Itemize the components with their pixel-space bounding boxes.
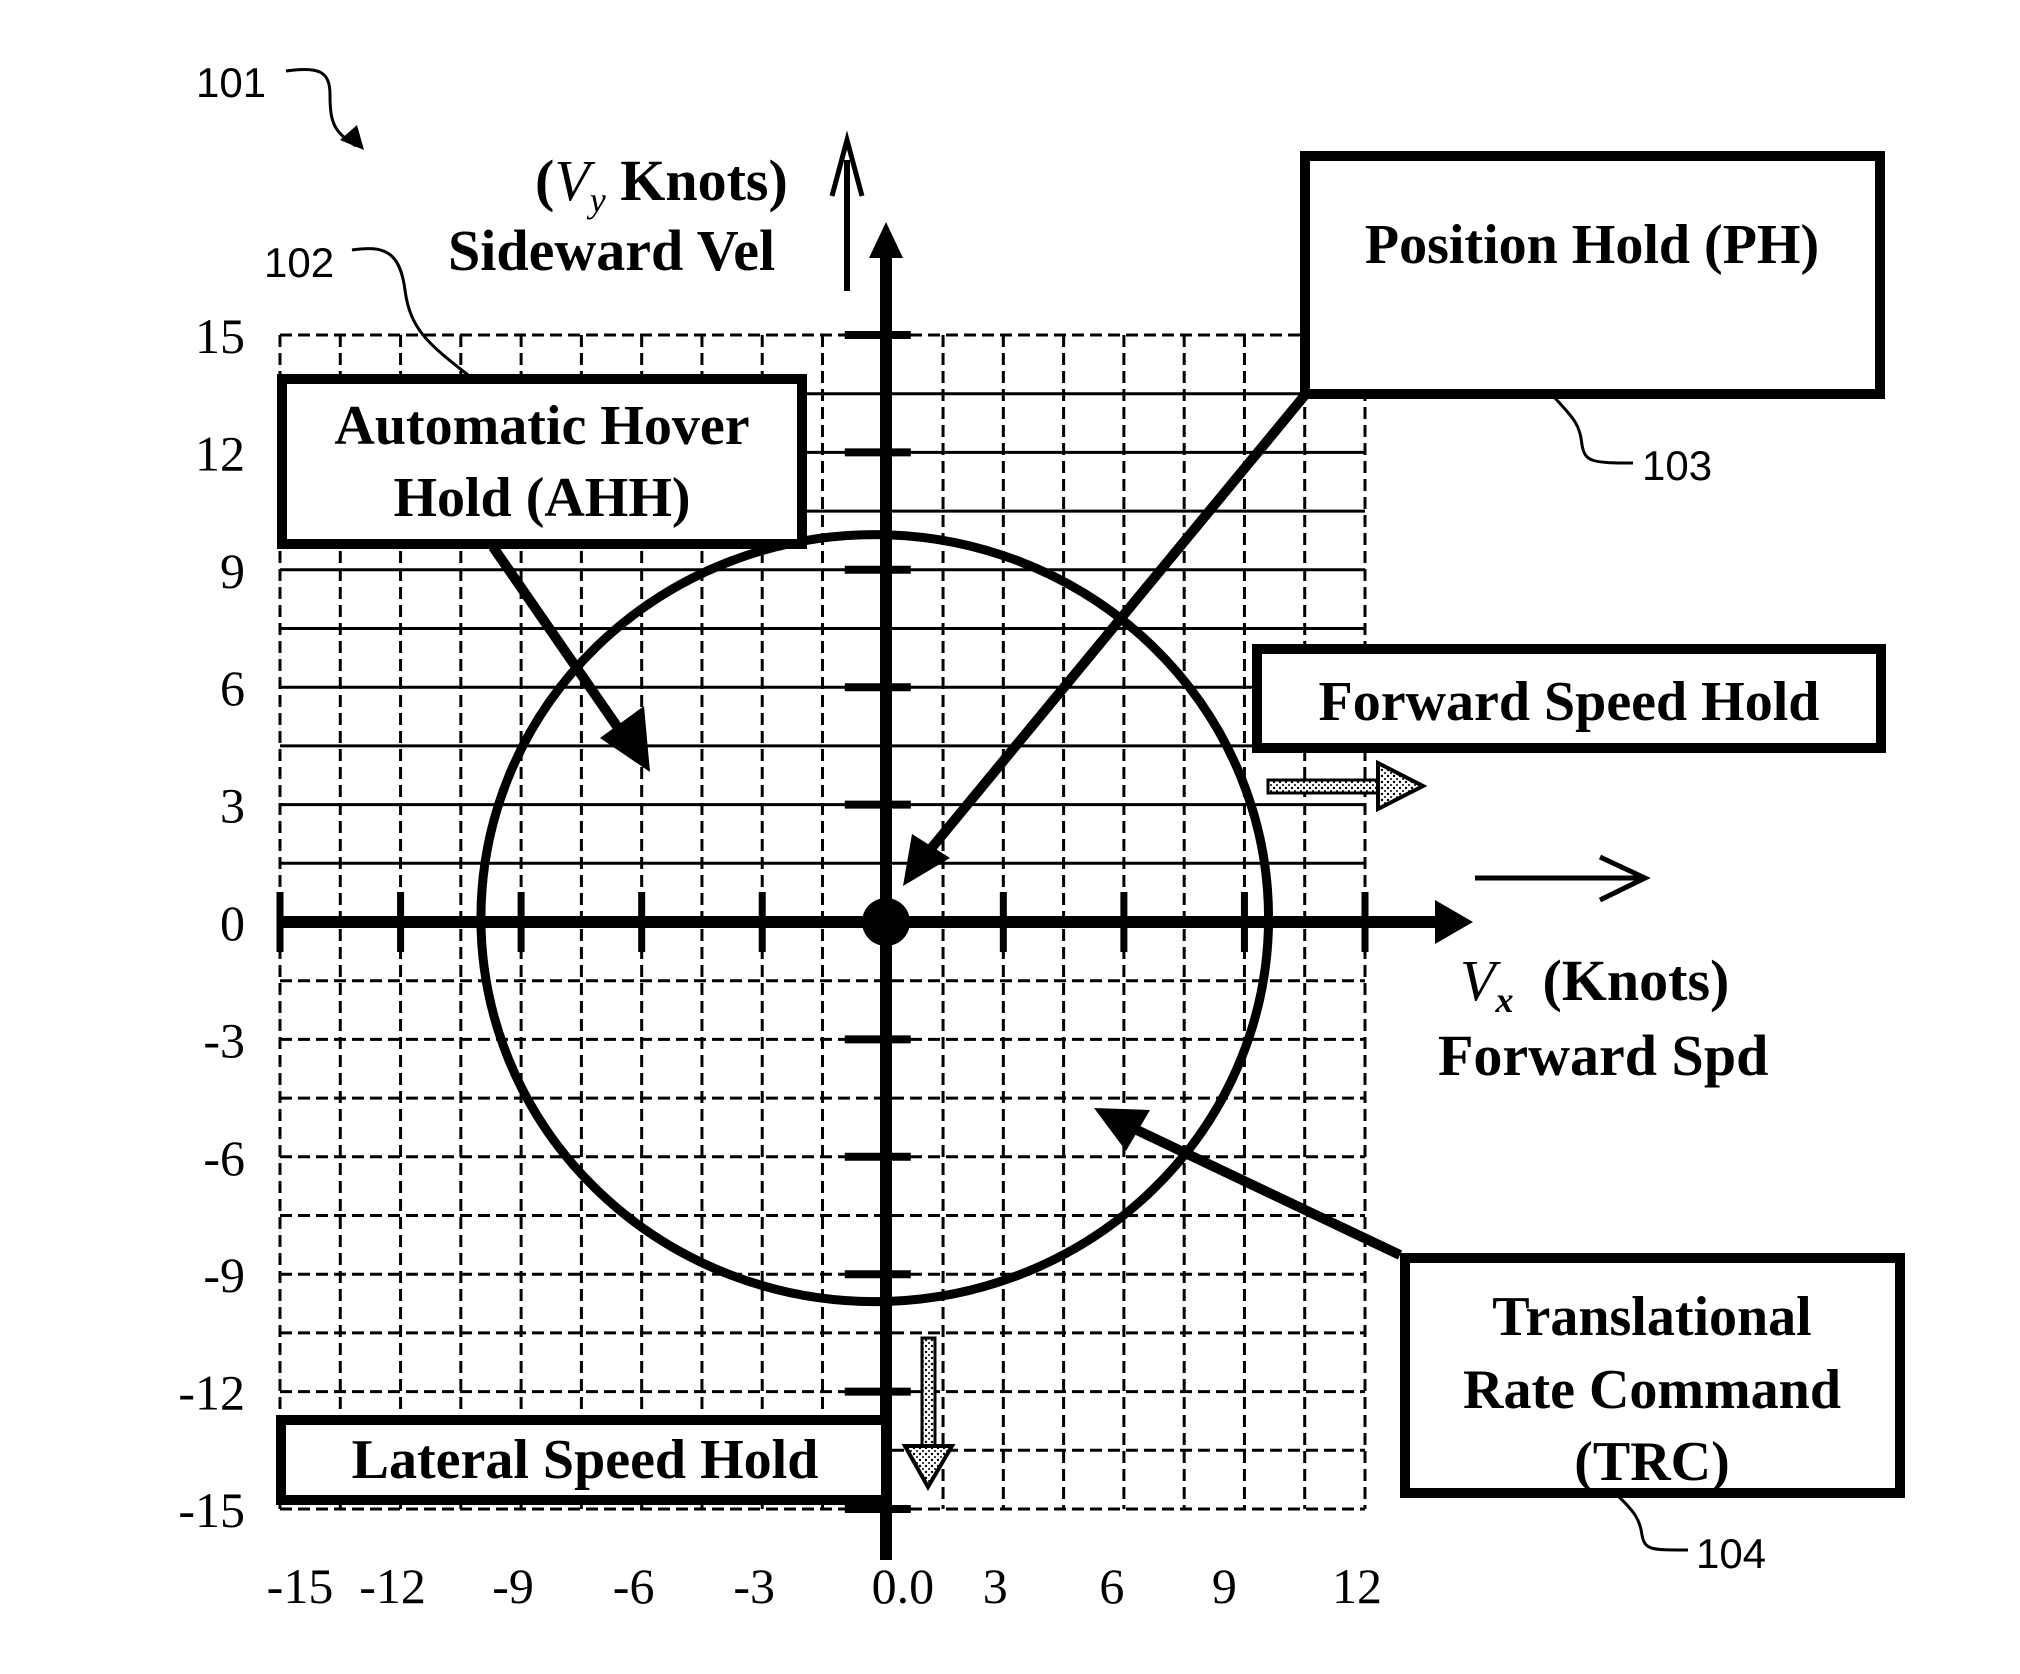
- x-tick-label: 6: [1099, 1558, 1124, 1614]
- y-tick-labels: 15 12 9 6 3 0 -3 -6 -9 -12 -15: [178, 308, 245, 1538]
- y-tick-label: 15: [195, 308, 245, 364]
- trc-pointer: [1094, 1108, 1403, 1260]
- y-tick-label: -9: [203, 1247, 245, 1303]
- ref-102: 102: [264, 239, 469, 377]
- x-tick-label: 3: [983, 1558, 1008, 1614]
- svg-text:103: 103: [1642, 442, 1712, 489]
- y-axis-title-line2: Sideward Vel: [448, 218, 775, 283]
- trc-box-line1: Translational: [1492, 1286, 1811, 1348]
- forward-speed-hold-label: Forward Speed Hold: [1319, 671, 1820, 733]
- x-axis-title-line1: Vx (Knots): [1460, 948, 1729, 1020]
- mode-envelope-diagram: -15 -12 -9 -6 -3 0.0 3 6 9 12 15129630-3-6-9-12-1…: [178, 59, 1905, 1614]
- ahh-box: Automatic Hover Hold (AHH): [277, 374, 807, 549]
- forward-speed-hold-box: Forward Speed Hold: [1252, 644, 1886, 753]
- trc-box: Translational Rate Command (TRC): [1400, 1253, 1905, 1498]
- lateral-speed-hold-box: Lateral Speed Hold: [276, 1415, 891, 1505]
- ph-box: Position Hold (PH): [1300, 151, 1885, 399]
- x-tick-label: 9: [1212, 1558, 1237, 1614]
- y-tick-label: 0: [220, 895, 245, 951]
- x-tick-labels: -15 -12 -9 -6 -3 0.0 3 6 9 12: [267, 1558, 1382, 1614]
- x-axis-title-line2: Forward Spd: [1438, 1023, 1768, 1088]
- y-tick-label: 6: [220, 660, 245, 716]
- svg-text:104: 104: [1696, 1530, 1766, 1577]
- x-tick-label: 0.0: [872, 1558, 935, 1614]
- x-tick-label: -6: [613, 1558, 655, 1614]
- x-tick-label: -9: [492, 1558, 534, 1614]
- y-tick-label: -3: [203, 1012, 245, 1068]
- ref-101: 101: [196, 59, 364, 150]
- ahh-box-line2: Hold (AHH): [393, 467, 690, 529]
- y-axis-arrowhead: [869, 222, 903, 258]
- ref-101-arrowhead: [340, 125, 364, 150]
- x-tick-label: 12: [1332, 1558, 1382, 1614]
- ref-104: 104: [1615, 1493, 1766, 1577]
- x-tick-label: -15: [267, 1558, 334, 1614]
- svg-text:102: 102: [264, 239, 334, 286]
- ahh-pointer: [488, 544, 650, 772]
- y-axis-title: (Vy Knots) Sideward Vel: [448, 130, 865, 291]
- x-tick-label: -12: [359, 1558, 426, 1614]
- origin-point: [862, 898, 910, 946]
- y-tick-label: 9: [220, 543, 245, 599]
- x-axis-title: Vx (Knots) Forward Spd: [1438, 854, 1768, 1088]
- lateral-speed-arrow: [901, 1336, 956, 1492]
- ph-box-label: Position Hold (PH): [1365, 214, 1819, 276]
- y-tick-label: 12: [195, 425, 245, 481]
- lateral-speed-hold-label: Lateral Speed Hold: [352, 1429, 819, 1491]
- y-tick-label: -15: [178, 1482, 245, 1538]
- ref-103: 103: [1553, 396, 1712, 489]
- x-axis-arrowhead: [1435, 900, 1473, 944]
- y-tick-label: 3: [220, 778, 245, 834]
- y-tick-label: -6: [203, 1130, 245, 1186]
- trc-box-line3: (TRC): [1574, 1431, 1730, 1493]
- y-tick-label: -12: [178, 1365, 245, 1421]
- forward-speed-arrow: [1266, 759, 1428, 813]
- x-tick-label: -3: [733, 1558, 775, 1614]
- svg-text:101: 101: [196, 59, 266, 106]
- y-axis-title-line1: (Vy Knots): [535, 148, 788, 220]
- ahh-box-line1: Automatic Hover: [334, 395, 749, 457]
- trc-box-line2: Rate Command: [1463, 1359, 1841, 1421]
